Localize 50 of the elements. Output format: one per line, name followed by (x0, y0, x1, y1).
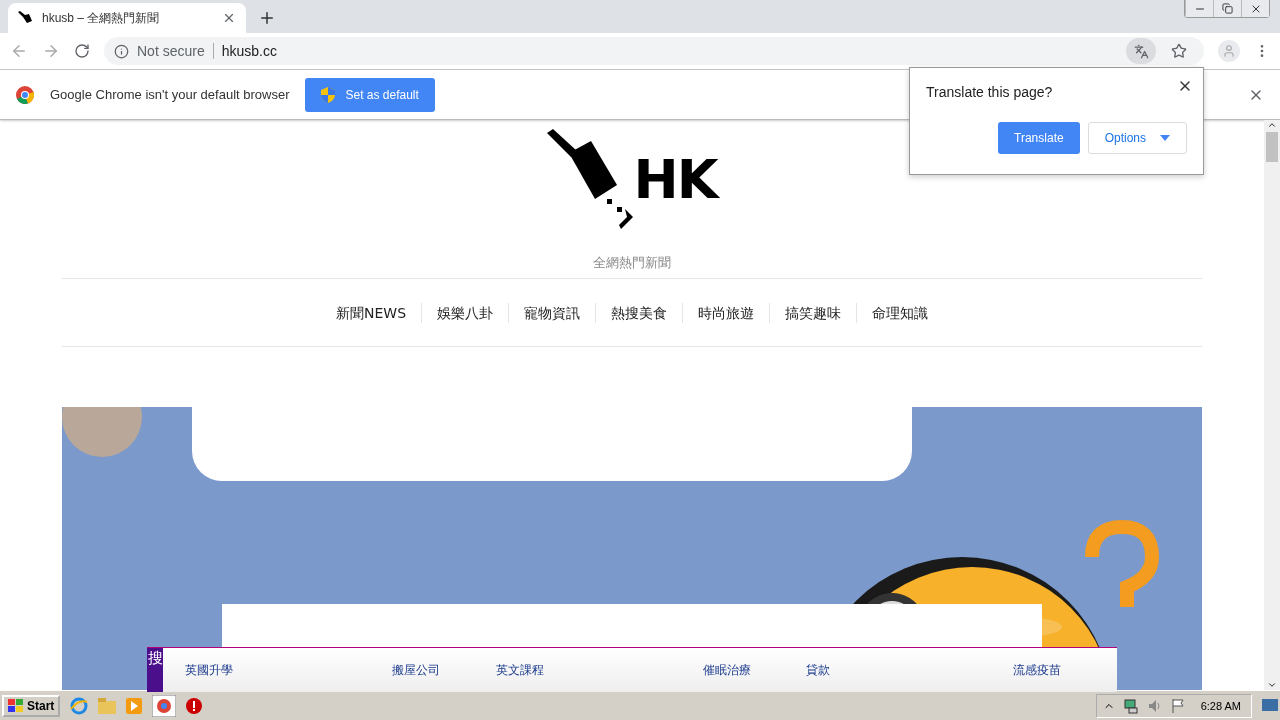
options-button[interactable]: Options (1087, 122, 1187, 154)
clock: 6:28 AM (1200, 699, 1241, 712)
windows-logo-icon (8, 698, 24, 713)
search-link[interactable]: 貸款 (806, 662, 910, 679)
address-bar[interactable]: Not secure hkusb.cc (104, 37, 1204, 65)
flag-icon[interactable] (1170, 697, 1185, 714)
translate-button[interactable]: Translate (998, 122, 1080, 154)
search-link[interactable]: 搬屋公司 (392, 662, 496, 679)
search-link[interactable]: 英國升學 (185, 662, 289, 679)
scrollbar[interactable] (1264, 120, 1280, 690)
search-link[interactable]: 英文課程 (495, 662, 600, 679)
nav-link[interactable]: 搞笑趣味 (769, 302, 857, 323)
browser-tab[interactable]: hkusb – 全網熱門新聞 (8, 3, 246, 33)
set-default-button[interactable]: Set as default (305, 77, 435, 112)
browser-icon[interactable] (70, 696, 89, 715)
restore-icon[interactable] (1213, 0, 1241, 17)
site-tagline: 全網熱門新聞 (593, 254, 671, 272)
tab-title: hkusb – 全網熱門新聞 (42, 9, 161, 27)
caret-icon (1160, 135, 1170, 141)
url-text: hkusb.cc (221, 43, 278, 59)
minimize-icon[interactable] (1185, 0, 1213, 17)
security-label: Not secure (137, 43, 214, 59)
search-link[interactable]: 催眠治療 (702, 662, 807, 679)
close-icon[interactable] (1241, 0, 1269, 17)
infobar-message: Google Chrome isn't your default browser (50, 87, 290, 102)
scroll-thumb[interactable] (1266, 132, 1278, 162)
popup-title: Translate this page? (926, 84, 1054, 100)
scroll-up-icon[interactable] (1267, 120, 1277, 130)
start-button[interactable]: Start (2, 694, 61, 717)
usb-plug-icon (18, 11, 34, 25)
stop-icon[interactable] (186, 697, 203, 714)
nav-link[interactable]: 時尚旅遊 (682, 302, 770, 323)
browser-logo-icon (16, 85, 34, 104)
network-icon[interactable] (1122, 697, 1139, 714)
close-icon[interactable] (222, 11, 236, 25)
info-icon (114, 43, 129, 59)
translate-icon[interactable] (1126, 38, 1156, 64)
shield-icon (321, 86, 336, 103)
scroll-down-icon[interactable] (1267, 680, 1277, 690)
search-link[interactable]: 流感疫苗 (1013, 662, 1117, 679)
new-tab-icon[interactable] (258, 9, 276, 27)
search-label: 搜 (147, 648, 163, 692)
nav-link[interactable]: 命理知識 (856, 302, 944, 323)
show-desktop-icon[interactable] (1262, 698, 1278, 713)
nav-link[interactable]: 熱搜美食 (595, 302, 683, 323)
reload-icon[interactable] (74, 43, 90, 59)
nav-link[interactable]: 寵物資訊 (508, 302, 596, 323)
nav-link[interactable]: 娛樂八卦 (421, 302, 509, 323)
chrome-icon[interactable] (152, 694, 177, 717)
nav-link[interactable]: 新聞NEWS (320, 302, 422, 323)
